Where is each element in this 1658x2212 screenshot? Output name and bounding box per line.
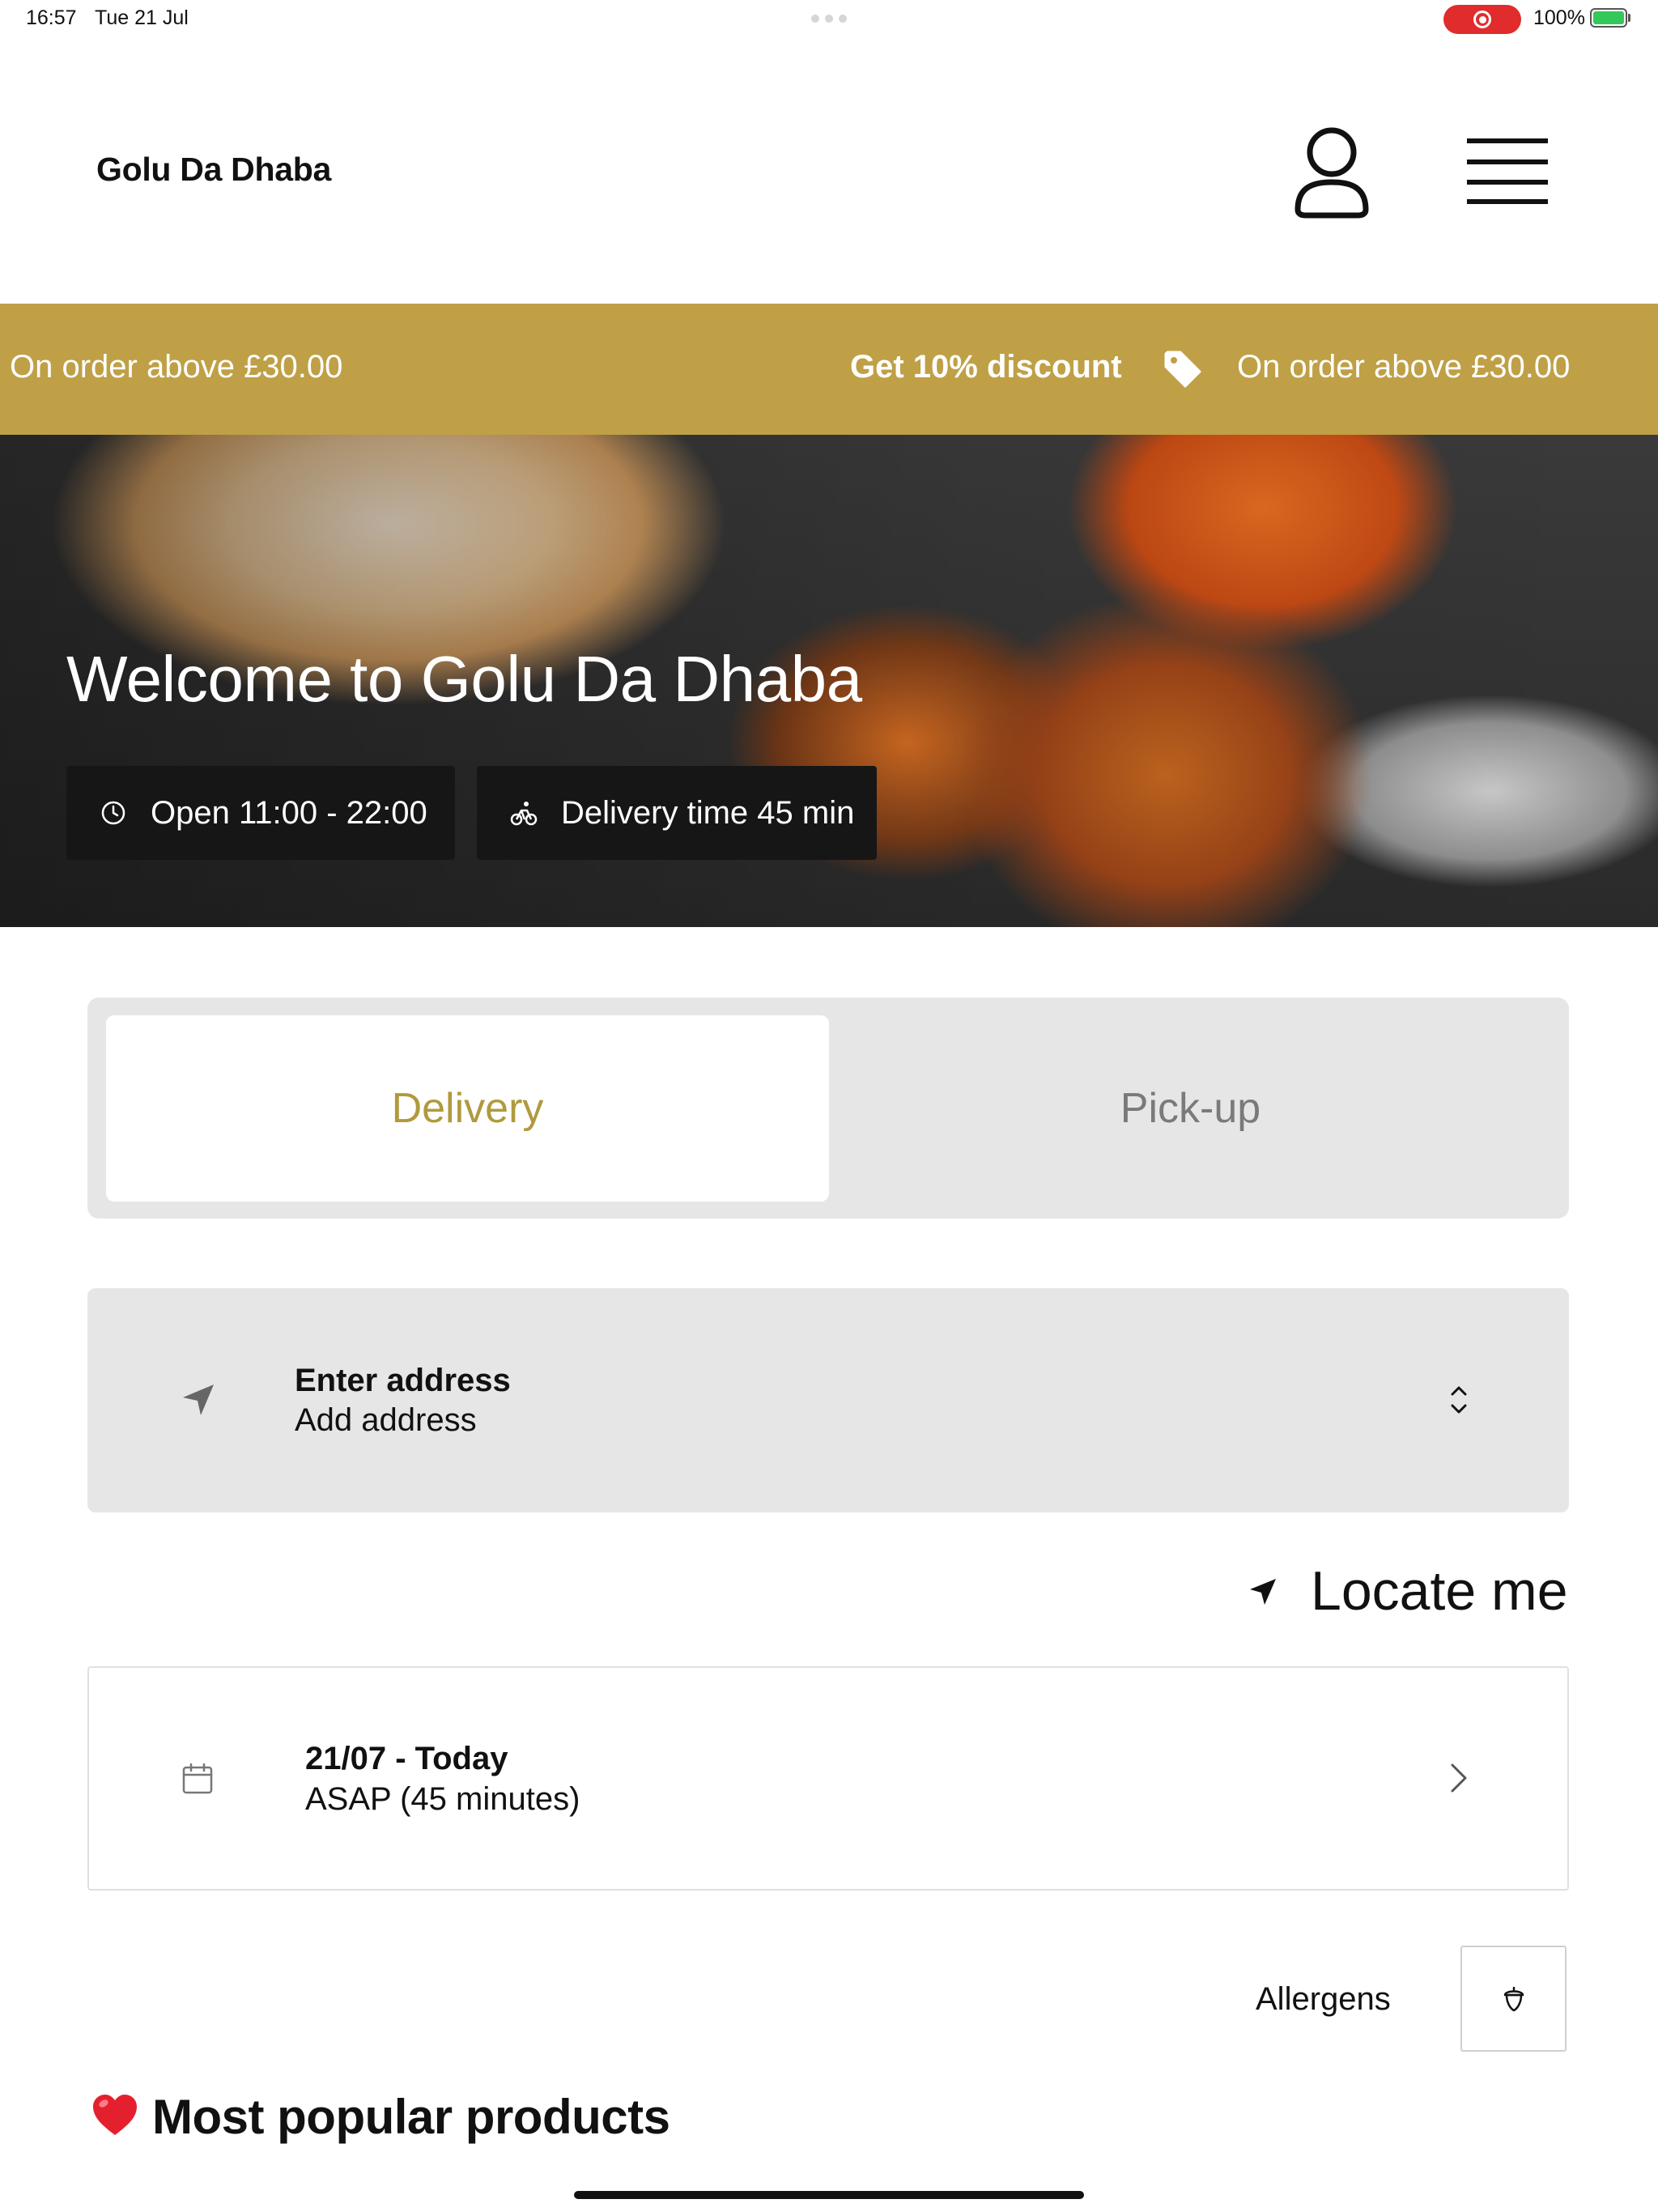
allergens-label: Allergens	[1256, 1981, 1391, 2017]
battery-percentage: 100%	[1533, 6, 1585, 29]
chevron-right-icon	[1451, 1763, 1467, 1793]
opening-hours-chip: Open 11:00 - 22:00	[66, 766, 455, 860]
locate-me-button[interactable]: Locate me	[1311, 1559, 1568, 1623]
address-title: Enter address	[295, 1363, 511, 1398]
screen-recording-indicator[interactable]	[1443, 5, 1521, 34]
hero-banner: Welcome to Golu Da Dhaba Open 11:00 - 22…	[0, 435, 1658, 927]
delivery-time-chip: Delivery time 45 min	[477, 766, 877, 860]
opening-hours-text: Open 11:00 - 22:00	[151, 794, 427, 831]
promo-discount: Get 10% discount	[850, 349, 1122, 385]
multitasking-dots[interactable]	[811, 15, 847, 23]
hero-title: Welcome to Golu Da Dhaba	[66, 643, 862, 715]
promo-banner: On order above £30.00 Get 10% discount O…	[0, 304, 1658, 435]
promo-text-right: On order above £30.00	[1237, 349, 1571, 385]
schedule-date: 21/07 - Today	[305, 1741, 508, 1776]
delivery-time-text: Delivery time 45 min	[561, 794, 855, 831]
bicycle-courier-icon	[510, 802, 538, 826]
brand-name[interactable]: Golu Da Dhaba	[96, 151, 331, 189]
status-date: Tue 21 Jul	[95, 6, 189, 29]
locate-arrow-icon[interactable]	[1247, 1576, 1279, 1608]
status-time: 16:57	[26, 6, 77, 29]
address-selector[interactable]	[87, 1288, 1569, 1512]
heart-icon	[93, 2095, 137, 2135]
tab-delivery[interactable]: Delivery	[106, 1015, 829, 1202]
profile-icon[interactable]	[1293, 125, 1371, 219]
section-title-popular: Most popular products	[152, 2090, 670, 2144]
price-tag-icon	[1164, 351, 1201, 388]
battery-tip	[1628, 14, 1630, 22]
hamburger-menu-icon[interactable]	[1467, 136, 1548, 206]
clock-icon	[101, 801, 125, 825]
acorn-icon	[1503, 1986, 1524, 2011]
home-indicator[interactable]	[574, 2191, 1084, 2199]
calendar-icon	[182, 1763, 213, 1794]
address-subtitle: Add address	[295, 1402, 477, 1438]
allergens-button[interactable]	[1460, 1946, 1567, 2052]
battery-icon	[1590, 8, 1627, 28]
tab-pickup[interactable]: Pick-up	[829, 1015, 1552, 1202]
schedule-selector[interactable]	[87, 1666, 1569, 1891]
location-arrow-icon	[183, 1385, 214, 1415]
schedule-time: ASAP (45 minutes)	[305, 1781, 580, 1817]
promo-text-left: On order above £30.00	[10, 349, 343, 385]
chevron-up-down-icon	[1451, 1386, 1467, 1414]
